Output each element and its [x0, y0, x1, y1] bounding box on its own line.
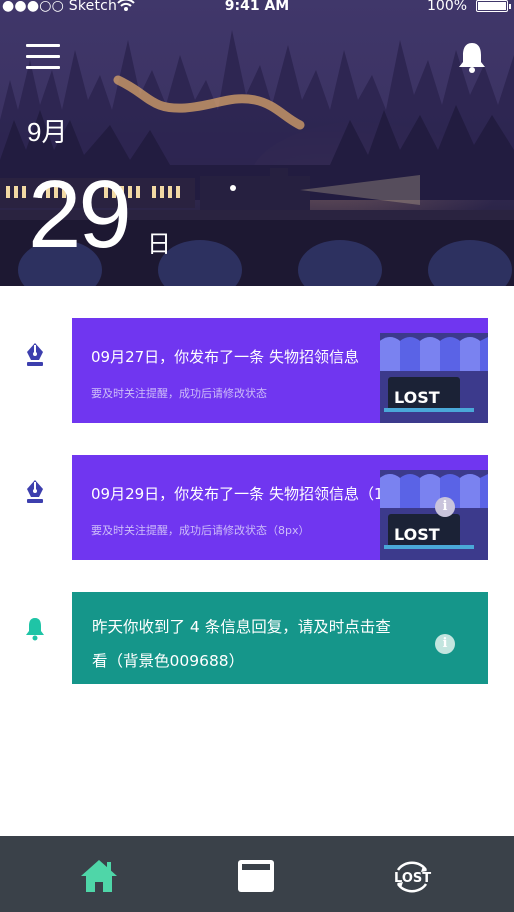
- home-icon: [81, 860, 117, 892]
- app-screen: ●●●○○ Sketch 9:41 AM 100% 9月 29 日 09月27日…: [0, 0, 514, 912]
- thumb-lost-label: LOST: [394, 388, 440, 407]
- notification-card-1[interactable]: 09月27日，你发布了一条 失物招领信息 要及时关注提醒，成功后请修改状态 LO…: [72, 318, 488, 423]
- pen-nib-icon: [27, 480, 43, 503]
- notification-title: 09月29日，你发布了一条 失物招领信息（10px）: [91, 485, 427, 503]
- notification-card-2[interactable]: 09月29日，你发布了一条 失物招领信息（10px） 要及时关注提醒，成功后请修…: [72, 455, 488, 560]
- status-bar: ●●●○○ Sketch 9:41 AM 100%: [0, 0, 514, 18]
- battery-percentage: 100%: [427, 0, 468, 14]
- notification-card-3[interactable]: 昨天你收到了 4 条信息回复，请及时点击查看（背景色009688） i: [72, 592, 488, 684]
- bottom-tab-bar: LOST: [0, 836, 514, 912]
- tab-home[interactable]: [77, 854, 121, 898]
- menu-button[interactable]: [26, 42, 60, 72]
- thumb-lost-label: LOST: [394, 525, 440, 544]
- battery-icon: [476, 0, 511, 12]
- lost-icon: LOST: [394, 861, 431, 893]
- store-icon: [238, 860, 274, 892]
- day-number: 29: [28, 161, 132, 268]
- bell-icon: [26, 618, 44, 641]
- tab-store[interactable]: [234, 854, 278, 898]
- notification-button[interactable]: [456, 40, 488, 74]
- notification-message: 昨天你收到了 4 条信息回复，请及时点击查看（背景色009688）: [92, 618, 391, 670]
- notification-subtitle: 要及时关注提醒，成功后请修改状态（8px）: [91, 524, 310, 537]
- lost-store-thumbnail: LOST: [380, 470, 488, 560]
- info-icon[interactable]: i: [435, 634, 455, 654]
- month-label: 9月: [27, 117, 68, 147]
- pen-nib-icon: [27, 343, 43, 366]
- info-icon[interactable]: i: [435, 497, 455, 517]
- lost-store-thumbnail: LOST: [380, 333, 488, 423]
- day-unit-label: 日: [147, 230, 171, 258]
- header-banner: ●●●○○ Sketch 9:41 AM 100% 9月 29 日: [0, 0, 514, 286]
- tab-lost-label: LOST: [394, 871, 431, 886]
- hamburger-menu-icon: [26, 44, 60, 47]
- notification-title: 09月27日，你发布了一条 失物招领信息: [91, 348, 359, 366]
- tab-lost[interactable]: LOST: [390, 854, 434, 898]
- notification-subtitle: 要及时关注提醒，成功后请修改状态: [91, 387, 267, 400]
- bell-icon: [459, 43, 485, 73]
